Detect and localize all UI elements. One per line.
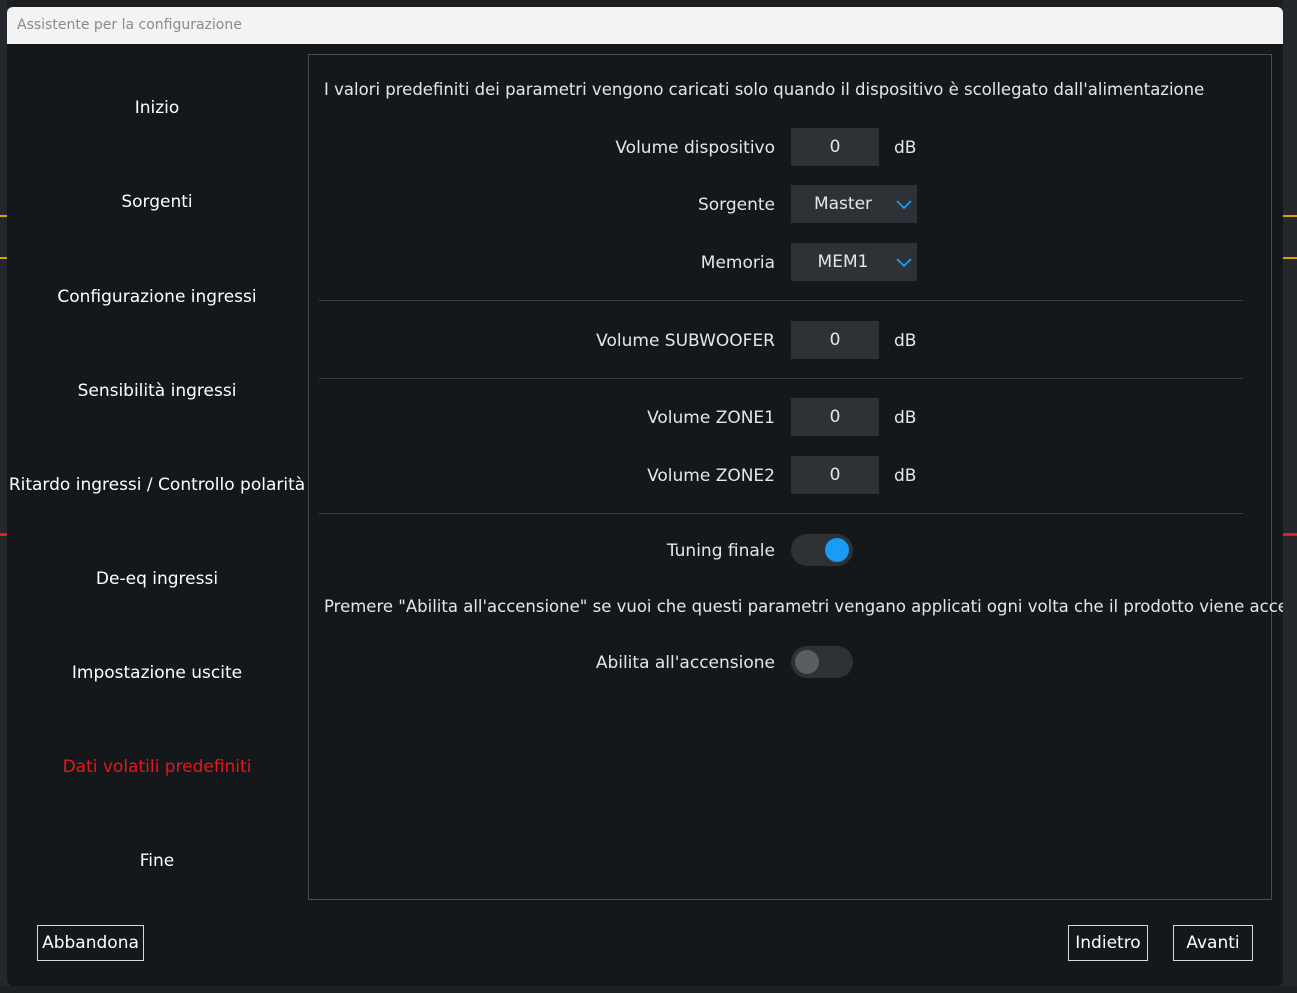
nav-step-sorgenti[interactable]: Sorgenti: [7, 192, 307, 212]
device-volume-unit: dB: [894, 138, 917, 158]
nav-step-fine[interactable]: Fine: [7, 851, 307, 871]
enable-on-power-toggle[interactable]: [791, 646, 853, 678]
background-app-right: [1282, 0, 1297, 993]
background-app-bottom: [0, 986, 1297, 993]
abandon-button[interactable]: Abbandona: [37, 925, 144, 961]
toggle-knob: [825, 538, 849, 562]
nav-step-configurazione-ingressi[interactable]: Configurazione ingressi: [7, 287, 307, 307]
zone1-volume-label: Volume ZONE1: [647, 408, 775, 428]
zone2-volume-label: Volume ZONE2: [647, 466, 775, 486]
source-label: Sorgente: [697, 195, 775, 215]
dialog-title: Assistente per la configurazione: [7, 7, 1283, 44]
back-button[interactable]: Indietro: [1068, 925, 1148, 961]
background-app-topbar: [0, 0, 1297, 7]
device-volume-label: Volume dispositivo: [615, 138, 775, 158]
background-marker-left: [0, 533, 7, 536]
nav-step-inizio[interactable]: Inizio: [7, 98, 307, 118]
settings-panel: I valori predefiniti dei parametri vengo…: [308, 54, 1283, 900]
setup-wizard-dialog: Assistente per la configurazione Inizio …: [7, 7, 1283, 986]
subwoofer-volume-unit: dB: [894, 331, 917, 351]
memory-select-value: MEM1: [817, 252, 869, 272]
enable-on-power-label: Abilita all'accensione: [595, 653, 775, 673]
nav-step-impostazione-uscite[interactable]: Impostazione uscite: [7, 663, 307, 683]
zone1-volume-input[interactable]: 0: [791, 398, 879, 436]
source-select-value: Master: [813, 194, 873, 214]
subwoofer-volume-label: Volume SUBWOOFER: [596, 331, 775, 351]
nav-step-sensibilita-ingressi[interactable]: Sensibilità ingressi: [7, 381, 307, 401]
next-button[interactable]: Avanti: [1173, 925, 1253, 961]
chevron-down-icon: [896, 200, 912, 210]
toggle-knob: [795, 650, 819, 674]
device-volume-input[interactable]: 0: [791, 128, 879, 166]
zone1-volume-unit: dB: [894, 408, 917, 428]
intro-text: I valori predefiniti dei parametri vengo…: [324, 80, 1205, 99]
power-on-note: Premere "Abilita all'accensione" se vuoi…: [324, 597, 1283, 616]
nav-step-de-eq-ingressi[interactable]: De-eq ingressi: [7, 569, 307, 589]
chevron-down-icon: [896, 258, 912, 268]
background-app-left: [0, 0, 7, 993]
source-select[interactable]: Master: [791, 185, 917, 223]
background-highlight-right: [1283, 215, 1297, 259]
nav-step-dati-volatili[interactable]: Dati volatili predefiniti: [7, 757, 307, 777]
divider: [319, 300, 1243, 301]
zone2-volume-input[interactable]: 0: [791, 456, 879, 494]
memory-select[interactable]: MEM1: [791, 243, 917, 281]
divider: [319, 513, 1243, 514]
final-tuning-label: Tuning finale: [666, 541, 775, 561]
zone2-volume-unit: dB: [894, 466, 917, 486]
final-tuning-toggle[interactable]: [791, 534, 853, 566]
divider: [319, 378, 1243, 379]
subwoofer-volume-input[interactable]: 0: [791, 321, 879, 359]
background-marker-right: [1283, 533, 1297, 536]
memory-label: Memoria: [700, 253, 775, 273]
wizard-steps-nav: Inizio Sorgenti Configurazione ingressi …: [7, 44, 307, 914]
nav-step-ritardo-ingressi[interactable]: Ritardo ingressi / Controllo polarità: [7, 475, 307, 495]
background-highlight-left: [0, 215, 7, 259]
